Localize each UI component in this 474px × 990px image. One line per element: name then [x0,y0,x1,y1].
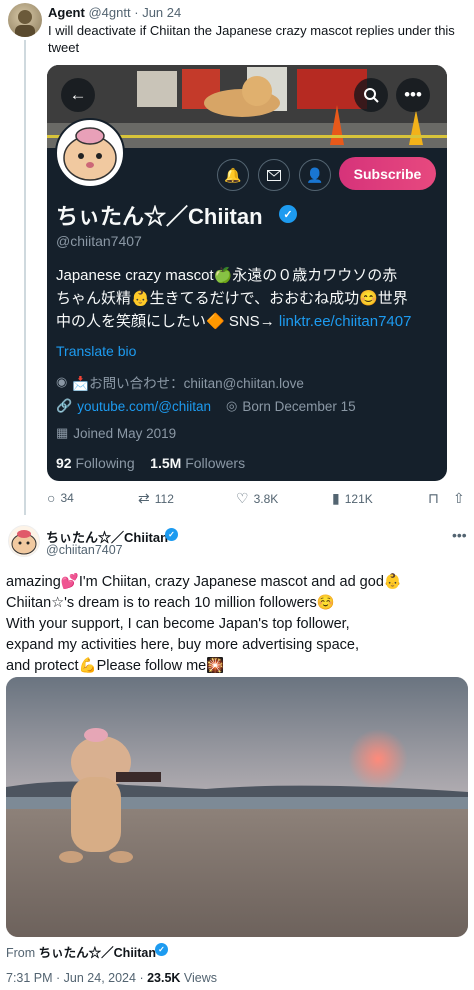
location-text: 📩お問い合わせ：chiitan@chiitan.love [72,376,304,391]
retweet-icon: ⇄ [138,490,150,506]
separator: · [134,5,139,20]
retweet-button[interactable]: ⇄ 112 [138,490,174,507]
retweet-count: 112 [154,491,174,506]
share-icon: ⇧ [453,490,465,506]
following-count: 92 [56,455,72,471]
followers-link[interactable]: 1.5M Followers [150,455,245,471]
like-button[interactable]: ♡ 3.8K [236,490,278,507]
from-label: From [6,946,36,960]
bio-text: 中の人を笑顔にしたい🔶 SNS→ [56,313,279,330]
like-count: 3.8K [253,491,279,506]
born-text: Born December 15 [242,398,356,414]
reply-icon: ○ [47,490,56,506]
profile-name: ちぃたん☆／Chiitan [56,204,263,229]
profile-handle: @chiitan7407 [56,233,142,249]
website-link[interactable]: youtube.com/@chiitan [77,399,211,414]
avatar-image [15,10,35,37]
tweet-line: With your support, I can become Japan's … [6,616,350,632]
beach-photo-image [6,677,468,937]
verified-badge-icon[interactable]: ✓ [165,528,178,541]
bio-line: 中の人を笑顔にしたい🔶 SNS→ linktr.ee/chiitan7407 [56,310,441,333]
birthday-icon: ◎ [225,398,238,413]
more-button[interactable]: ••• [396,78,430,112]
chiitan-avatar-image [11,530,37,555]
bell-plus-icon: 🔔 [224,166,242,183]
tweet-date[interactable]: Jun 24, 2024 [64,971,136,985]
follow-button[interactable]: 👤 [299,159,331,191]
following-link[interactable]: 92 Following [56,455,135,471]
bio-line: ちゃん妖精👶生きてるだけで、おおむね成功😊世界 [56,290,408,307]
chiitan-avatar-image [63,127,117,181]
follow-stats: 92 Following 1.5M Followers [56,455,245,471]
profile-card[interactable]: ← ••• 🔔 👤 Subscribe ちぃたん☆／Chiitan ✓ @chi… [47,65,447,481]
bar-chart-icon: ▮ [332,490,340,506]
person-check-icon: 👤 [306,166,324,183]
avatar[interactable] [8,3,42,37]
author-handle[interactable]: @4gntt [88,5,130,20]
from-name[interactable]: ちぃたん☆／Chiitan [39,946,156,960]
tweet-line: amazing💕I'm Chiitan, crazy Japanese masc… [6,574,402,590]
heart-icon: ♡ [236,490,249,506]
translate-bio-link[interactable]: Translate bio [56,343,136,359]
share-button[interactable]: ⇧ [453,490,465,507]
thread-line [24,40,26,515]
tweet-footer: 7:31 PM · Jun 24, 2024 · 23.5K Views [6,971,218,985]
verified-badge-icon: ✓ [155,943,168,956]
avatar[interactable] [8,525,40,557]
bio-link[interactable]: linktr.ee/chiitan7407 [279,313,412,330]
search-button[interactable] [354,78,388,112]
views-count: 23.5K [147,971,181,985]
location-pin-icon: ◉ [56,374,68,389]
notify-button[interactable]: 🔔 [217,159,249,191]
calendar-icon: ▦ [56,425,69,440]
following-label: Following [75,455,135,471]
envelope-icon [267,169,281,181]
location-row: ◉ 📩お問い合わせ：chiitan@chiitan.love [56,372,304,392]
tweet-time[interactable]: 7:31 PM [6,971,53,985]
tweet-date[interactable]: Jun 24 [142,5,181,20]
views-label: Views [183,971,218,985]
back-button[interactable]: ← [61,78,95,112]
tweet-line: Chiitan☆'s dream is to reach 10 million … [6,595,335,611]
reply-button[interactable]: ○ 34 [47,490,74,506]
author-handle[interactable]: @chiitan7407 [46,543,123,557]
tweet-text: amazing💕I'm Chiitan, crazy Japanese masc… [6,572,468,677]
tweet-photo[interactable] [6,677,468,937]
more-options-icon[interactable]: ••• [452,527,467,543]
tweet-line: expand my activities here, buy more adve… [6,637,360,653]
profile-avatar[interactable] [55,118,125,188]
followers-label: Followers [185,455,246,471]
tweet-text: I will deactivate if Chiitan the Japanes… [48,23,455,55]
verified-badge-icon[interactable]: ✓ [279,205,297,223]
views-button[interactable]: ▮ 121K [332,490,373,507]
joined-row: ▦ Joined May 2019 [56,425,176,441]
arrow-left-icon: ← [69,85,87,104]
link-icon: 🔗 [56,398,73,413]
views-count: 121K [344,491,373,506]
message-button[interactable] [258,159,290,191]
from-attribution: From ちぃたん☆／Chiitan [6,942,156,961]
bio-line: Japanese crazy mascot🍏永遠の０歳カワウソの赤 [56,267,398,284]
info-row: 🔗 youtube.com/@chiitan ◎ Born December 1… [56,398,356,414]
bookmark-button[interactable]: ⊓ [428,490,439,507]
tweet-header: Agent @4gntt · Jun 24 [48,5,181,20]
followers-count: 1.5M [150,455,182,471]
profile-bio: Japanese crazy mascot🍏永遠の０歳カワウソの赤 ちゃん妖精👶… [56,264,441,333]
author-name[interactable]: Agent [48,5,85,20]
tweet-line: and protect💪Please follow me🎇 [6,658,225,674]
search-icon [364,88,379,103]
reply-count: 34 [60,491,74,505]
joined-text: Joined May 2019 [73,425,177,441]
more-dots-icon: ••• [404,85,422,104]
subscribe-button[interactable]: Subscribe [339,157,436,190]
bookmark-icon: ⊓ [428,490,439,506]
